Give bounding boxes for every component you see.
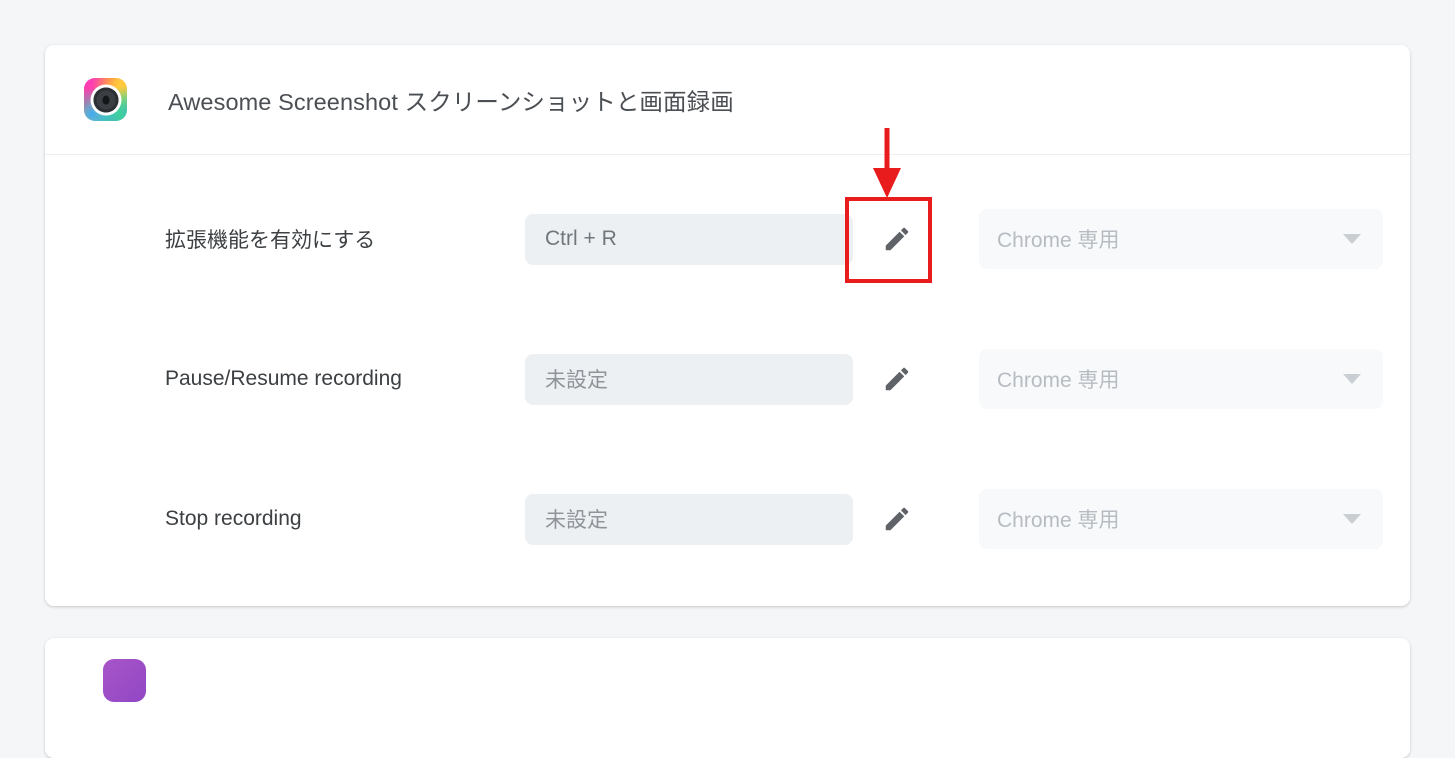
shortcut-scope-value: Chrome 専用 (997, 369, 1120, 392)
page-title: Awesome Screenshot スクリーンショットと画面録画 (168, 88, 734, 115)
shortcut-row: 拡張機能を有効にする Ctrl + R Chrome 専用 (45, 169, 1410, 309)
shortcut-label: Pause/Resume recording (165, 367, 402, 390)
chevron-down-icon (1343, 514, 1361, 524)
shortcut-scope-select[interactable]: Chrome 専用 (979, 489, 1383, 549)
pencil-icon (885, 227, 909, 251)
shortcut-input[interactable]: 未設定 (525, 353, 853, 405)
shortcut-label: 拡張機能を有効にする (165, 229, 376, 252)
app-icon-pupil (102, 95, 109, 104)
shortcut-value: Ctrl + R (545, 227, 617, 250)
shortcut-scope-select[interactable]: Chrome 専用 (979, 349, 1383, 409)
shortcut-scope-value: Chrome 専用 (997, 229, 1120, 252)
shortcut-row: Stop recording 未設定 Chrome 専用 (45, 449, 1410, 589)
shortcut-value: 未設定 (545, 369, 608, 392)
edit-shortcut-button[interactable] (869, 491, 925, 547)
next-extension-card (45, 638, 1410, 758)
chevron-down-icon (1343, 374, 1361, 384)
awesome-screenshot-app-icon (84, 78, 127, 121)
shortcut-rows-list: 拡張機能を有効にする Ctrl + R Chrome 専用 Pause/Resu… (45, 155, 1410, 589)
shortcut-scope-value: Chrome 専用 (997, 509, 1120, 532)
edit-shortcut-button[interactable] (869, 211, 925, 267)
shortcuts-settings-page: Awesome Screenshot スクリーンショットと画面録画 拡張機能を有… (0, 0, 1455, 758)
pencil-icon (885, 507, 909, 531)
shortcut-value: 未設定 (545, 509, 608, 532)
shortcut-scope-select[interactable]: Chrome 専用 (979, 209, 1383, 269)
card-header: Awesome Screenshot スクリーンショットと画面録画 (45, 45, 1410, 155)
pencil-icon (885, 367, 909, 391)
extension-shortcuts-card: Awesome Screenshot スクリーンショットと画面録画 拡張機能を有… (45, 45, 1410, 606)
chevron-down-icon (1343, 234, 1361, 244)
shortcut-input[interactable]: Ctrl + R (525, 213, 853, 265)
shortcut-row: Pause/Resume recording 未設定 Chrome 専用 (45, 309, 1410, 449)
edit-shortcut-button[interactable] (869, 351, 925, 407)
shortcut-input[interactable]: 未設定 (525, 493, 853, 545)
shortcut-label: Stop recording (165, 507, 302, 530)
next-extension-app-icon (103, 659, 146, 702)
